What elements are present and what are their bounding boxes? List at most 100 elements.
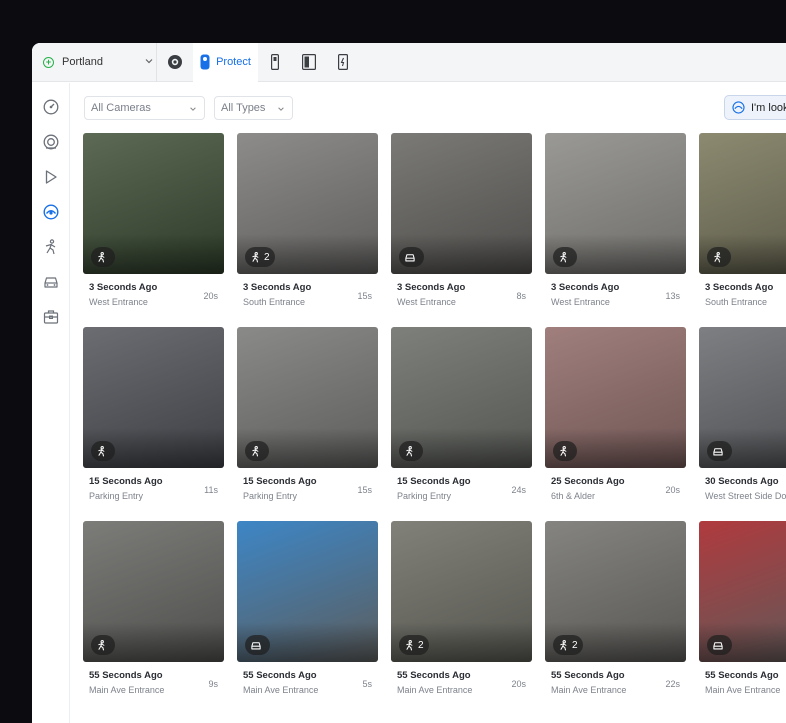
event-camera: Main Ave Entrance xyxy=(551,685,627,695)
search-ai-icon xyxy=(732,101,745,114)
event-card[interactable]: 30 Seconds Ago West Street Side Do xyxy=(699,327,786,501)
event-time: 3 Seconds Ago xyxy=(397,282,466,293)
vehicle-icon[interactable] xyxy=(43,274,59,290)
site-selector[interactable]: + Portland xyxy=(32,43,156,82)
event-card[interactable]: 55 Seconds Ago Main Ave Entrance 9s xyxy=(83,521,224,695)
event-card[interactable]: 3 Seconds Ago West Entrance 8s xyxy=(391,133,532,307)
event-card[interactable]: 2 3 Seconds Ago South Entrance 15s xyxy=(237,133,378,307)
play-icon[interactable] xyxy=(43,169,59,185)
event-thumbnail[interactable] xyxy=(699,327,786,468)
event-time: 15 Seconds Ago xyxy=(397,476,471,487)
event-time: 30 Seconds Ago xyxy=(705,476,779,487)
event-duration: 8s xyxy=(516,291,526,301)
event-card[interactable]: 3 Seconds Ago West Entrance 20s xyxy=(83,133,224,307)
top-bar: + Portland Protect xyxy=(32,43,786,82)
type-filter-dropdown[interactable]: All Types xyxy=(214,96,293,120)
event-duration: 15s xyxy=(357,485,372,495)
car-icon xyxy=(712,446,724,457)
person-icon xyxy=(404,639,415,651)
event-camera: Parking Entry xyxy=(89,491,144,501)
ai-search-button[interactable]: I'm looki xyxy=(724,95,786,120)
detection-type-badge xyxy=(707,247,731,267)
event-card[interactable]: 25 Seconds Ago 6th & Alder 20s xyxy=(545,327,686,501)
person-icon xyxy=(250,445,261,457)
event-camera: 6th & Alder xyxy=(551,491,596,501)
event-card[interactable]: 55 Seconds Ago Main Ave Entrance 5s xyxy=(237,521,378,695)
detection-type-badge xyxy=(553,441,577,461)
filter-bar: All Cameras All Types xyxy=(84,96,293,120)
app-protect-tab[interactable]: Protect xyxy=(193,43,258,82)
event-thumbnail[interactable] xyxy=(545,133,686,274)
event-card[interactable]: 2 55 Seconds Ago Main Ave Entrance 20s xyxy=(391,521,532,695)
car-icon xyxy=(404,252,416,263)
event-thumbnail[interactable] xyxy=(699,133,786,274)
camera-filter-dropdown[interactable]: All Cameras xyxy=(84,96,205,120)
event-duration: 24s xyxy=(511,485,526,495)
event-thumbnail[interactable] xyxy=(237,327,378,468)
person-icon xyxy=(96,445,107,457)
event-thumbnail[interactable]: 2 xyxy=(237,133,378,274)
event-card[interactable]: 2 55 Seconds Ago Main Ave Entrance 22s xyxy=(545,521,686,695)
event-time: 55 Seconds Ago xyxy=(705,670,779,681)
event-thumbnail[interactable]: 2 xyxy=(391,521,532,662)
detections-icon[interactable] xyxy=(43,204,59,220)
event-card[interactable]: 15 Seconds Ago Parking Entry 11s xyxy=(83,327,224,501)
event-camera: West Street Side Do xyxy=(705,491,786,501)
event-card[interactable]: 15 Seconds Ago Parking Entry 24s xyxy=(391,327,532,501)
camera-icon[interactable] xyxy=(43,134,59,150)
event-duration: 15s xyxy=(357,291,372,301)
event-card[interactable]: 3 Seconds Ago West Entrance 13s xyxy=(545,133,686,307)
event-thumbnail[interactable] xyxy=(545,327,686,468)
app-connect-button[interactable] xyxy=(326,43,360,82)
event-duration: 5s xyxy=(362,679,372,689)
event-card[interactable]: 55 Seconds Ago Main Ave Entrance xyxy=(699,521,786,695)
power-device-icon xyxy=(338,54,348,70)
detection-type-badge xyxy=(399,247,424,267)
event-camera: Parking Entry xyxy=(397,491,452,501)
event-camera: Main Ave Entrance xyxy=(397,685,473,695)
event-thumbnail[interactable]: 2 xyxy=(545,521,686,662)
briefcase-icon[interactable] xyxy=(43,309,59,325)
event-thumbnail[interactable] xyxy=(83,133,224,274)
site-name: Portland xyxy=(62,56,103,68)
camera-lens-icon xyxy=(168,55,182,69)
event-thumbnail[interactable] xyxy=(391,133,532,274)
event-thumbnail[interactable] xyxy=(391,327,532,468)
event-time: 15 Seconds Ago xyxy=(89,476,163,487)
app-network-button[interactable] xyxy=(157,43,193,82)
site-status-icon: + xyxy=(43,56,54,68)
detection-type-badge xyxy=(245,635,270,655)
event-thumbnail[interactable] xyxy=(699,521,786,662)
event-duration: 22s xyxy=(665,679,680,689)
event-thumbnail[interactable] xyxy=(83,521,224,662)
event-thumbnail[interactable] xyxy=(237,521,378,662)
chevron-down-icon xyxy=(190,107,196,111)
panel-icon xyxy=(302,54,316,70)
car-icon xyxy=(250,640,262,651)
protect-icon xyxy=(200,54,210,70)
event-camera: South Entrance xyxy=(705,297,768,307)
detection-type-badge xyxy=(707,441,732,461)
detection-type-badge xyxy=(245,441,269,461)
event-camera: Parking Entry xyxy=(243,491,298,501)
car-icon xyxy=(712,640,724,651)
detection-type-badge xyxy=(399,441,423,461)
app-talk-button[interactable] xyxy=(292,43,326,82)
device-icon xyxy=(271,54,279,70)
event-time: 3 Seconds Ago xyxy=(551,282,620,293)
detection-type-badge: 2 xyxy=(245,247,275,267)
event-camera: Main Ave Entrance xyxy=(89,685,165,695)
event-card[interactable]: 15 Seconds Ago Parking Entry 15s xyxy=(237,327,378,501)
person-icon xyxy=(712,251,723,263)
event-time: 25 Seconds Ago xyxy=(551,476,625,487)
camera-filter-value: All Cameras xyxy=(91,102,151,114)
person-detection-icon[interactable] xyxy=(43,239,59,255)
app-access-button[interactable] xyxy=(258,43,292,82)
chevron-down-icon xyxy=(145,58,153,63)
dashboard-icon[interactable] xyxy=(43,99,59,115)
event-card[interactable]: 3 Seconds Ago South Entrance xyxy=(699,133,786,307)
event-time: 55 Seconds Ago xyxy=(551,670,625,681)
detection-type-badge xyxy=(91,635,115,655)
person-icon xyxy=(558,251,569,263)
event-thumbnail[interactable] xyxy=(83,327,224,468)
